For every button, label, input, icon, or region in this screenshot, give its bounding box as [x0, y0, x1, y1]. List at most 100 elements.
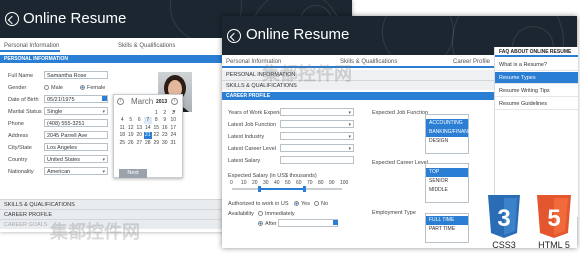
next-month-icon[interactable]: › — [171, 98, 178, 105]
calendar-day[interactable]: 16 — [161, 124, 170, 132]
calendar-day[interactable]: 14 — [144, 124, 153, 132]
tab-career-profile[interactable]: Career Profile — [453, 59, 490, 65]
salary-slider-min-handle[interactable] — [258, 186, 261, 192]
address-field[interactable]: 2045 Parrell Ave — [44, 131, 108, 139]
calendar-day[interactable]: 29 — [152, 139, 161, 147]
years-experience-select[interactable] — [280, 108, 354, 116]
address-label: Address — [8, 133, 29, 139]
listbox-item[interactable]: PART TIME — [426, 225, 468, 234]
nationality-label: Nationality — [8, 169, 34, 175]
svg-text:5: 5 — [547, 205, 560, 232]
calendar-icon[interactable] — [333, 220, 338, 225]
country-select[interactable]: United States — [44, 155, 108, 163]
marital-status-select[interactable]: Single — [44, 107, 108, 115]
salary-tick-labels: 0 10 20 30 40 50 60 70 80 90 100 — [230, 180, 350, 188]
calendar-day[interactable]: 7 — [143, 116, 152, 124]
full-name-field[interactable]: Samantha Rose — [44, 71, 108, 79]
watermark: 集都控件网 — [262, 64, 352, 84]
calendar-day[interactable]: 4 — [118, 117, 127, 125]
calendar-day[interactable]: 5 — [127, 117, 136, 125]
calendar-day[interactable]: 21 — [143, 131, 152, 139]
calendar-grid: 1234567891011121314151617181920212223242… — [118, 109, 178, 147]
listbox-item[interactable]: BANKING/FINANCE — [426, 128, 475, 137]
calendar-day[interactable]: 19 — [127, 132, 136, 140]
gender-male-radio[interactable]: Male — [44, 85, 63, 91]
faq-item-writing-tips[interactable]: Resume Writing Tips — [495, 85, 578, 97]
authorized-no-radio[interactable]: No — [314, 201, 328, 207]
calendar-day[interactable]: 10 — [169, 117, 178, 125]
calendar-icon[interactable] — [102, 96, 107, 101]
faq-item-what-is-resume[interactable]: What is a Resume? — [495, 59, 578, 71]
authorized-yes-radio[interactable]: Yes — [294, 201, 310, 207]
back-arrow-icon[interactable] — [227, 29, 241, 43]
latest-salary-field[interactable] — [280, 156, 354, 164]
expected-job-function-label: Expected Job Function — [372, 110, 428, 116]
job-function-listbox[interactable]: ACCOUNTING BANKING/FINANCE DESIGN — [425, 114, 475, 154]
calendar-day[interactable]: 15 — [152, 124, 161, 132]
latest-career-level-label: Latest Career Level — [228, 146, 276, 152]
watermark: 集都控件网 — [50, 222, 140, 242]
listbox-item[interactable]: MIDDLE — [426, 186, 468, 195]
calendar-year: 2013 — [156, 99, 168, 105]
city-state-label: City/State — [8, 145, 32, 151]
tab-skills-qualifications[interactable]: Skills & Qualifications — [118, 43, 175, 49]
latest-industry-select[interactable] — [280, 132, 354, 140]
calendar-day[interactable]: 30 — [161, 139, 170, 147]
listbox-item[interactable]: SENIOR — [426, 177, 468, 186]
gender-female-radio[interactable]: Female — [80, 85, 105, 91]
nationality-select[interactable]: American — [44, 167, 108, 175]
calendar-day[interactable]: 27 — [135, 139, 144, 147]
calendar-day[interactable]: 17 — [169, 124, 178, 132]
page-title: Online Resume — [246, 26, 350, 43]
calendar-day[interactable]: 1 — [152, 109, 161, 117]
next-button[interactable]: Next — [119, 169, 147, 178]
dob-field[interactable]: 05/21/1975 — [44, 95, 108, 103]
salary-slider-max-handle[interactable] — [303, 186, 306, 192]
calendar-day[interactable]: 18 — [118, 132, 127, 140]
calendar-day[interactable]: 9 — [161, 117, 170, 125]
employment-type-listbox[interactable]: FULL TIME PART TIME — [425, 213, 469, 243]
availability-after-radio[interactable]: After — [258, 221, 277, 227]
calendar-day[interactable]: 13 — [135, 124, 144, 132]
phone-field[interactable]: (408) 555-3251 — [44, 119, 108, 127]
calendar-day[interactable]: 31 — [169, 139, 178, 147]
calendar-day[interactable]: 2 — [161, 109, 170, 117]
calendar-day[interactable]: 12 — [127, 124, 136, 132]
latest-job-function-select[interactable] — [280, 120, 354, 128]
css3-shield-icon: 3 — [488, 195, 520, 238]
listbox-item[interactable]: DESIGN — [426, 137, 468, 146]
latest-career-level-select[interactable] — [280, 144, 354, 152]
tab-personal-information[interactable]: Personal Information — [4, 43, 59, 49]
expected-salary-label: Expected Salary (in US$ thousands) — [228, 173, 317, 179]
back-arrow-icon[interactable] — [5, 12, 19, 26]
calendar-day[interactable]: 8 — [152, 117, 161, 125]
career-level-listbox[interactable]: TOP SENIOR MIDDLE — [425, 163, 469, 203]
calendar-day[interactable]: 22 — [152, 132, 161, 140]
salary-tick-label: 50 — [285, 180, 291, 186]
latest-job-function-label: Latest Job Function — [228, 122, 277, 128]
page-title: Online Resume — [23, 10, 127, 27]
marital-status-label: Marital Status — [8, 109, 42, 115]
calendar-day — [127, 109, 136, 117]
calendar-day[interactable]: 28 — [144, 139, 153, 147]
availability-immediately-radio[interactable]: Immediately — [258, 211, 295, 217]
faq-item-guidelines[interactable]: Resume Guidelines — [495, 98, 578, 110]
listbox-item[interactable]: ACCOUNTING — [426, 119, 468, 128]
calendar-day[interactable]: 24 — [169, 132, 178, 140]
listbox-item[interactable]: TOP — [426, 168, 468, 177]
calendar-day[interactable]: 11 — [118, 124, 127, 132]
html5-badge: 5 HTML 5 — [532, 193, 576, 253]
availability-date-field[interactable] — [278, 219, 338, 227]
salary-tick-label: 30 — [263, 180, 269, 186]
faq-item-resume-types[interactable]: Resume Types — [495, 72, 578, 84]
salary-tick-label: 80 — [318, 180, 324, 186]
listbox-item[interactable]: FULL TIME — [426, 216, 468, 225]
full-name-label: Full Name — [8, 73, 34, 79]
calendar-day[interactable]: 23 — [161, 132, 170, 140]
city-state-field[interactable]: Los Angeles — [44, 143, 108, 151]
prev-month-icon[interactable]: ‹ — [117, 98, 124, 105]
calendar-day[interactable]: 26 — [127, 139, 136, 147]
calendar-day[interactable]: 20 — [135, 132, 144, 140]
calendar-day[interactable]: 25 — [118, 139, 127, 147]
calendar-day[interactable]: 6 — [135, 117, 144, 125]
